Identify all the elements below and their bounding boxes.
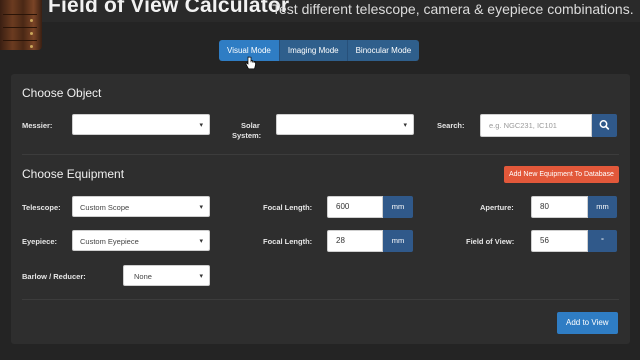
search-input[interactable]: e.g. NGC231, IC101 bbox=[480, 114, 592, 137]
aperture-input[interactable]: 80 bbox=[531, 196, 588, 218]
messier-select[interactable]: ▾ bbox=[72, 114, 210, 135]
chevron-down-icon: ▾ bbox=[199, 238, 203, 245]
field-of-view-input[interactable]: 56 bbox=[531, 230, 588, 252]
barlow-reducer-select[interactable]: None ▾ bbox=[123, 265, 210, 286]
section-divider bbox=[22, 154, 619, 155]
chevron-down-icon: ▾ bbox=[199, 273, 203, 280]
section-divider bbox=[22, 299, 619, 300]
search-button[interactable] bbox=[592, 114, 617, 137]
eyepiece-focal-length-label: Focal Length: bbox=[263, 237, 313, 246]
chevron-down-icon: ▾ bbox=[403, 122, 407, 129]
barlow-reducer-value: None bbox=[134, 272, 152, 281]
solar-system-label-line1: Solar bbox=[241, 121, 260, 130]
binocular-mode-button[interactable]: Binocular Mode bbox=[347, 40, 420, 61]
scope-focal-length-label: Focal Length: bbox=[263, 203, 313, 212]
barlow-reducer-label: Barlow / Reducer: bbox=[22, 272, 86, 281]
solar-system-select[interactable]: ▾ bbox=[276, 114, 414, 135]
field-of-view-label: Field of View: bbox=[466, 237, 515, 246]
logo-image bbox=[0, 0, 42, 50]
eyepiece-focal-unit: mm bbox=[383, 230, 413, 252]
page-title: Field of View Calculator bbox=[48, 0, 290, 17]
choose-object-heading: Choose Object bbox=[22, 86, 102, 100]
messier-label: Messier: bbox=[22, 121, 53, 130]
solar-system-label-line2: System: bbox=[232, 131, 262, 140]
imaging-mode-button[interactable]: Imaging Mode bbox=[279, 40, 348, 61]
chevron-down-icon: ▾ bbox=[199, 122, 203, 129]
page-subtitle: Test different telescope, camera & eyepi… bbox=[272, 1, 634, 17]
eyepiece-value: Custom Eyepiece bbox=[80, 237, 139, 246]
eyepiece-focal-length-input[interactable]: 28 bbox=[327, 230, 383, 252]
telescope-value: Custom Scope bbox=[80, 203, 130, 212]
telescope-label: Telescope: bbox=[22, 203, 61, 212]
hand-cursor-icon bbox=[245, 56, 256, 70]
add-to-view-button[interactable]: Add to View bbox=[557, 312, 618, 334]
aperture-label: Aperture: bbox=[480, 203, 514, 212]
add-equipment-button[interactable]: Add New Equipment To Database bbox=[504, 166, 619, 183]
eyepiece-select[interactable]: Custom Eyepiece ▾ bbox=[72, 230, 210, 251]
search-icon bbox=[599, 120, 610, 130]
scope-focal-length-input[interactable]: 600 bbox=[327, 196, 383, 218]
aperture-unit: mm bbox=[588, 196, 617, 218]
scope-focal-unit: mm bbox=[383, 196, 413, 218]
choose-equipment-heading: Choose Equipment bbox=[22, 167, 125, 181]
chevron-down-icon: ▾ bbox=[199, 204, 203, 211]
telescope-select[interactable]: Custom Scope ▾ bbox=[72, 196, 210, 217]
eyepiece-label: Eyepiece: bbox=[22, 237, 58, 246]
search-label: Search: bbox=[437, 121, 465, 130]
field-of-view-unit: ° bbox=[588, 230, 617, 252]
